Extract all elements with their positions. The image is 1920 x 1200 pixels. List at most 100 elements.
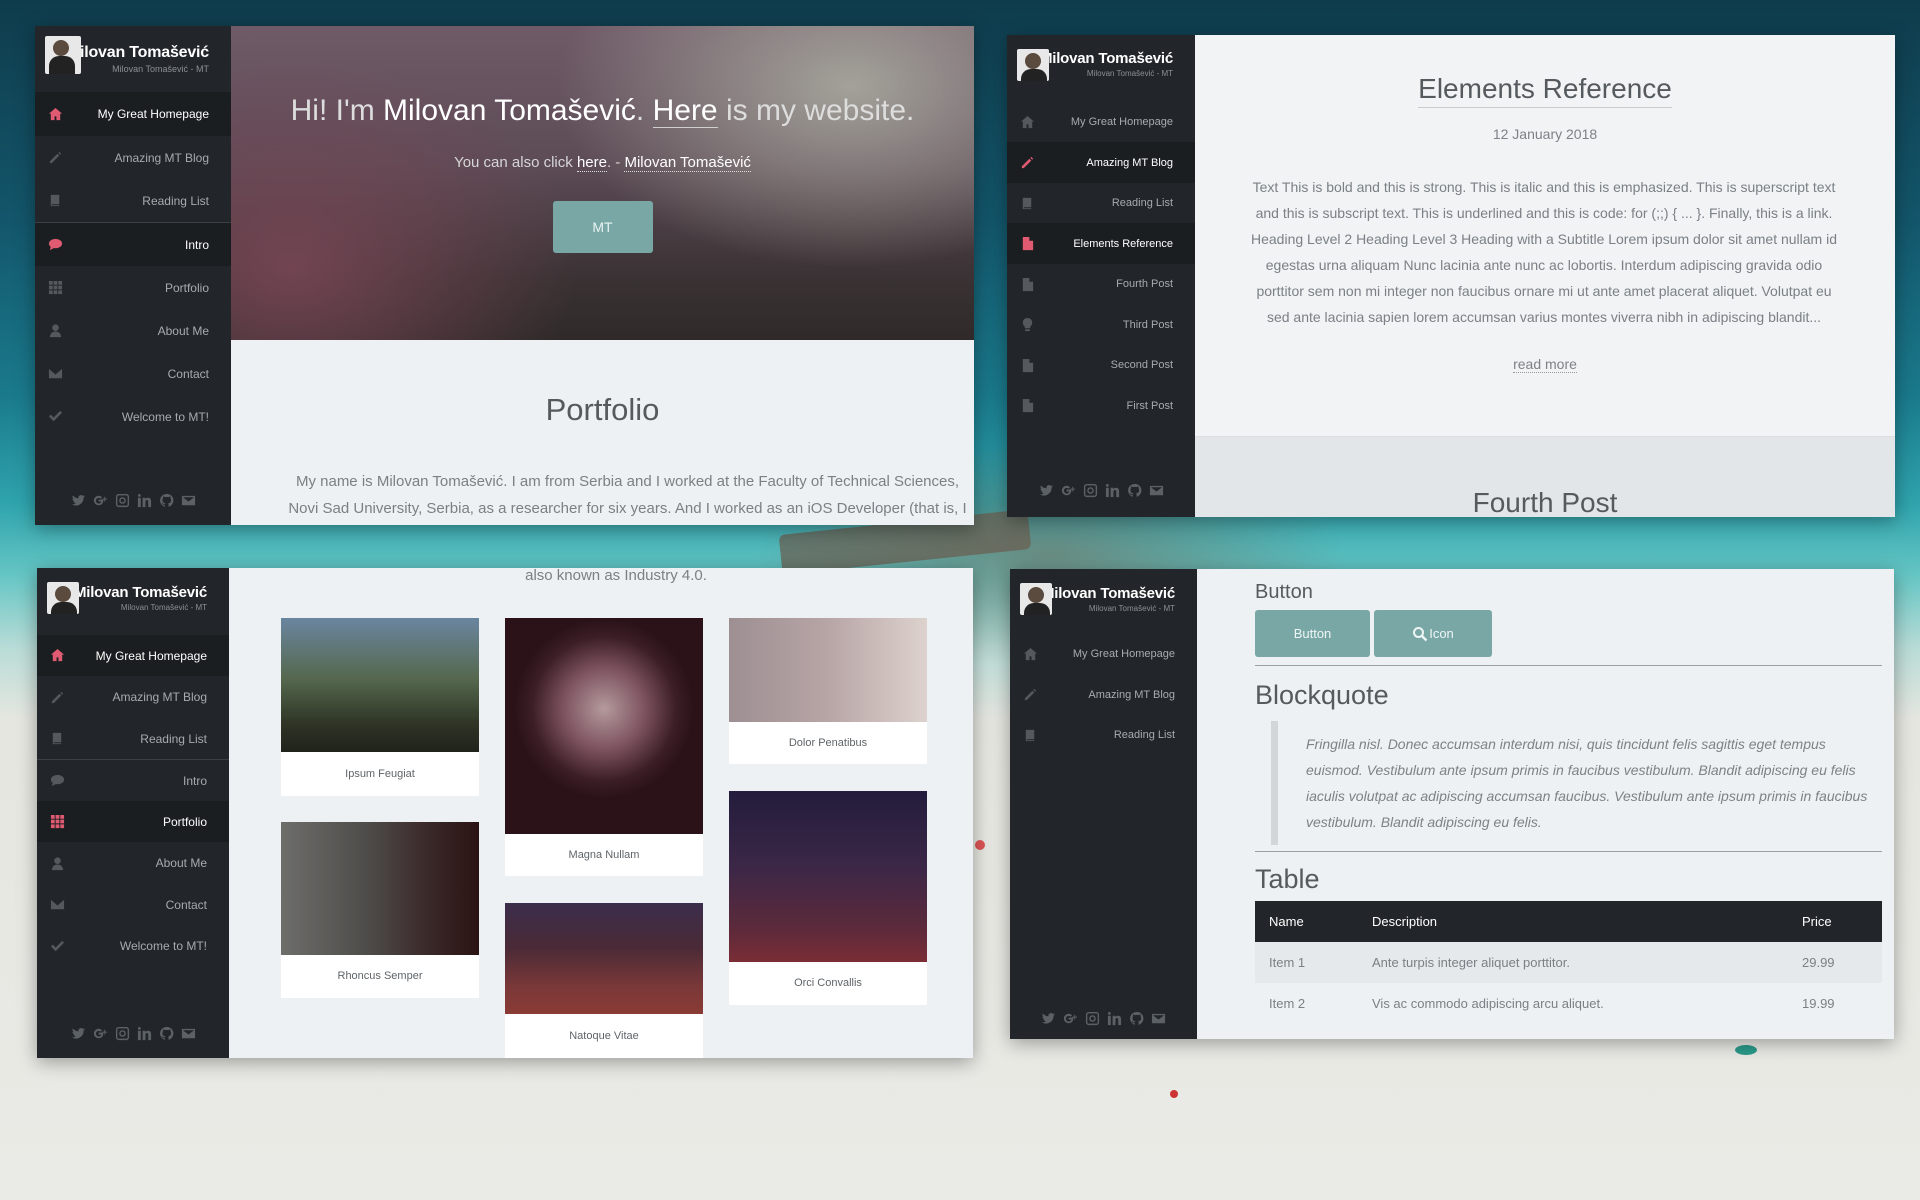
github-icon[interactable]: [1129, 1011, 1144, 1031]
sidebar-item-blog[interactable]: Amazing MT Blog: [1007, 142, 1195, 183]
sidebar-item-about-me[interactable]: About Me: [37, 842, 229, 884]
sidebar-item-third-post[interactable]: Third Post: [1007, 304, 1195, 345]
portfolio-tile[interactable]: Orci Convallis: [729, 791, 927, 1005]
twitter-icon[interactable]: [71, 1026, 86, 1046]
hero-banner: Hi! I'm Milovan Tomašević. Here is my we…: [231, 26, 974, 340]
sidebar-item-reading-list[interactable]: Reading List: [35, 179, 231, 222]
social-links: [37, 1026, 229, 1046]
sidebar-item-about-me[interactable]: About Me: [35, 309, 231, 352]
portfolio-intro-text: My name is Milovan Tomašević. I am from …: [288, 473, 967, 517]
table-row[interactable]: Item 1 Ante turpis integer aliquet portt…: [1255, 942, 1882, 983]
linkedin-icon[interactable]: [1107, 1011, 1122, 1031]
site-subtitle: Milovan Tomašević - MT: [120, 603, 207, 612]
envelope-icon[interactable]: [1149, 483, 1164, 503]
sidebar-item-blog[interactable]: Amazing MT Blog: [1010, 674, 1197, 715]
github-icon[interactable]: [159, 1026, 174, 1046]
sidebar-item-welcome[interactable]: Welcome to MT!: [37, 925, 229, 967]
sidebar-item-intro[interactable]: Intro: [37, 759, 229, 801]
sidebar-item-reading-list[interactable]: Reading List: [1007, 183, 1195, 223]
screenshot-panel-elements: Milovan Tomašević Milovan Tomašević - MT…: [1010, 569, 1894, 1039]
twitter-icon[interactable]: [1039, 483, 1054, 503]
shore-speck: [1170, 1090, 1178, 1098]
linkedin-icon[interactable]: [1105, 483, 1120, 503]
google-plus-icon[interactable]: [1063, 1011, 1078, 1031]
divider: [1255, 665, 1882, 666]
speech-bubble-icon: [47, 237, 63, 253]
sidebar-item-elements-reference[interactable]: Elements Reference: [1007, 223, 1195, 264]
pencil-icon: [49, 689, 65, 705]
author-link[interactable]: Milovan Tomašević: [624, 154, 751, 172]
github-icon[interactable]: [1127, 483, 1142, 503]
google-plus-icon[interactable]: [1061, 483, 1076, 503]
envelope-icon: [49, 897, 65, 913]
google-plus-icon[interactable]: [93, 493, 108, 513]
sidebar-item-reading-list[interactable]: Reading List: [1010, 715, 1197, 755]
post-excerpt: Text This is bold and this is strong. Th…: [1251, 179, 1837, 325]
sidebar-item-fourth-post[interactable]: Fourth Post: [1007, 264, 1195, 304]
sidebar-item-blog[interactable]: Amazing MT Blog: [35, 136, 231, 179]
sidebar-header[interactable]: Milovan Tomašević Milovan Tomašević - MT: [1010, 569, 1197, 629]
tile-caption: Natoque Vitae: [569, 1030, 639, 1042]
sidebar-item-portfolio[interactable]: Portfolio: [37, 801, 229, 842]
sidebar-item-reading-list[interactable]: Reading List: [37, 718, 229, 759]
sidebar-item-blog[interactable]: Amazing MT Blog: [37, 676, 229, 718]
sidebar-item-portfolio[interactable]: Portfolio: [35, 266, 231, 309]
sidebar-header[interactable]: Milovan Tomašević Milovan Tomašević - MT: [37, 568, 229, 628]
home-icon: [49, 648, 65, 664]
social-links: [35, 493, 231, 513]
instagram-icon[interactable]: [1083, 483, 1098, 503]
grid-icon: [49, 814, 65, 830]
post-title[interactable]: Elements Reference: [1418, 73, 1672, 108]
envelope-icon[interactable]: [181, 493, 196, 513]
sidebar-item-first-post[interactable]: First Post: [1007, 385, 1195, 426]
mt-button[interactable]: MT: [552, 201, 653, 253]
social-links: [1007, 483, 1195, 503]
sample-button[interactable]: Button: [1255, 610, 1370, 657]
sample-icon-button[interactable]: Icon: [1374, 610, 1492, 657]
sidebar-header[interactable]: Milovan Tomašević Milovan Tomašević - MT: [1007, 35, 1195, 93]
main-content: Hi! I'm Milovan Tomašević. Here is my we…: [231, 26, 974, 525]
twitter-icon[interactable]: [71, 493, 86, 513]
sidebar-item-second-post[interactable]: Second Post: [1007, 345, 1195, 385]
portfolio-tile[interactable]: Natoque Vitae: [505, 903, 703, 1058]
sidebar-item-contact[interactable]: Contact: [37, 884, 229, 925]
here-link[interactable]: Here: [652, 94, 718, 128]
table-header-price[interactable]: Price: [1788, 901, 1882, 942]
sidebar-item-intro[interactable]: Intro: [35, 222, 231, 266]
table-header-description[interactable]: Description: [1358, 901, 1788, 942]
envelope-icon[interactable]: [1151, 1011, 1166, 1031]
linkedin-icon[interactable]: [137, 493, 152, 513]
sidebar-header[interactable]: Milovan Tomašević Milovan Tomašević - MT: [35, 26, 231, 92]
sidebar-item-homepage[interactable]: My Great Homepage: [1010, 634, 1197, 674]
portfolio-tile[interactable]: Magna Nullam: [505, 618, 703, 876]
check-icon: [47, 409, 63, 425]
instagram-icon[interactable]: [115, 1026, 130, 1046]
sidebar-item-homepage[interactable]: My Great Homepage: [1007, 102, 1195, 142]
read-more-link[interactable]: read more: [1513, 356, 1577, 373]
google-plus-icon[interactable]: [93, 1026, 108, 1046]
table-cell: Ante turpis integer aliquet porttitor.: [1358, 942, 1788, 983]
linkedin-icon[interactable]: [137, 1026, 152, 1046]
sidebar: Milovan Tomašević Milovan Tomašević - MT…: [1010, 569, 1197, 1039]
instagram-icon[interactable]: [115, 493, 130, 513]
instagram-icon[interactable]: [1085, 1011, 1100, 1031]
table-header-name[interactable]: Name: [1255, 901, 1358, 942]
table-row[interactable]: Item 2 Vis ac commodo adipiscing arcu al…: [1255, 983, 1882, 1024]
next-post-title[interactable]: Fourth Post: [1195, 487, 1895, 517]
portfolio-tile[interactable]: Dolor Penatibus: [729, 618, 927, 764]
sidebar: Milovan Tomašević Milovan Tomašević - MT…: [37, 568, 229, 1058]
sidebar-item-homepage[interactable]: My Great Homepage: [37, 635, 229, 676]
portfolio-tile[interactable]: Ipsum Feugiat: [281, 618, 479, 796]
sidebar-item-welcome[interactable]: Welcome to MT!: [35, 395, 231, 438]
divider: [1255, 851, 1882, 852]
sidebar-item-homepage[interactable]: My Great Homepage: [35, 92, 231, 136]
envelope-icon[interactable]: [181, 1026, 196, 1046]
sidebar-item-contact[interactable]: Contact: [35, 352, 231, 395]
book-icon: [1022, 727, 1038, 743]
twitter-icon[interactable]: [1041, 1011, 1056, 1031]
github-icon[interactable]: [159, 493, 174, 513]
click-here-link[interactable]: here: [576, 154, 607, 172]
portfolio-tile[interactable]: Rhoncus Semper: [281, 822, 479, 998]
screenshot-panel-blog: Milovan Tomašević Milovan Tomašević - MT…: [1007, 35, 1895, 517]
screenshot-panel-portfolio: Milovan Tomašević Milovan Tomašević - MT…: [37, 568, 973, 1058]
